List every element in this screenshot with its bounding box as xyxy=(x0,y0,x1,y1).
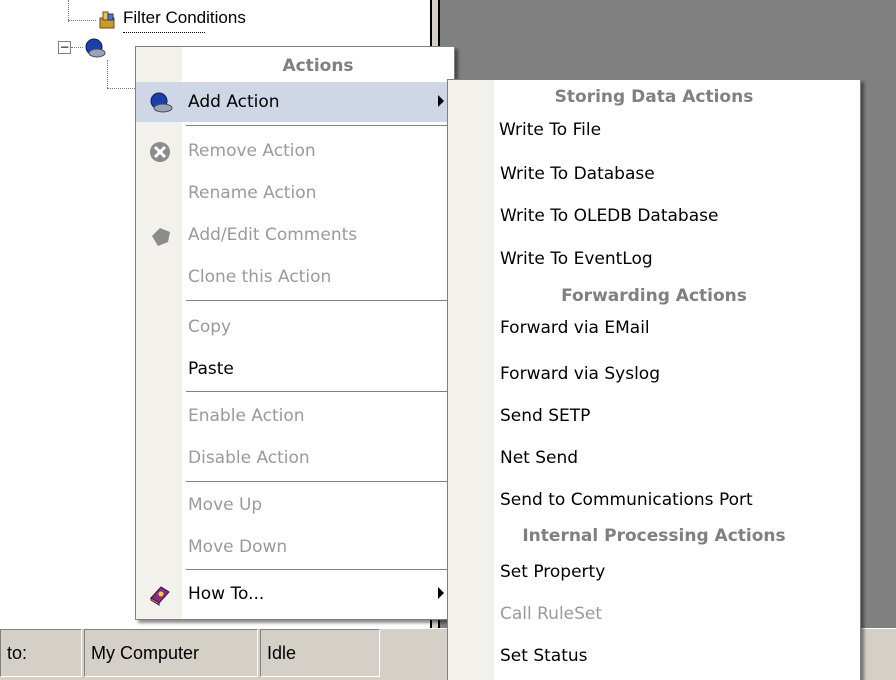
tree-item-filter-conditions[interactable]: Filter Conditions xyxy=(123,8,246,28)
paste-label: Paste xyxy=(188,359,234,379)
submenu-arrow-icon xyxy=(438,587,444,599)
submenu-item-set-status[interactable]: Set Status xyxy=(448,635,860,677)
menu-item-remove-action[interactable]: Remove Action xyxy=(136,131,454,171)
menu-item-enable-action[interactable]: Enable Action xyxy=(136,396,454,436)
enable-action-label: Enable Action xyxy=(188,406,305,426)
menu-separator xyxy=(186,481,450,483)
copy-label: Copy xyxy=(188,317,232,337)
submenu-item-send-setp[interactable]: Send SETP xyxy=(448,395,860,437)
add-action-label: Add Action xyxy=(188,92,280,112)
action-node-icon[interactable] xyxy=(84,38,106,64)
menu-item-how-to[interactable]: How To... xyxy=(136,574,454,614)
forward-email-label: Forward via EMail xyxy=(500,318,650,338)
collapse-icon: − xyxy=(59,40,70,54)
tree-expand-toggle[interactable]: − xyxy=(58,41,71,54)
net-send-label: Net Send xyxy=(500,448,579,468)
add-edit-comments-label: Add/Edit Comments xyxy=(188,225,358,245)
submenu-header-forwarding: Forwarding Actions xyxy=(561,286,747,306)
add-action-submenu: Storing Data Actions Write To File Write… xyxy=(447,79,861,680)
submenu-item-write-to-database[interactable]: Write To Database xyxy=(448,153,860,195)
menu-separator xyxy=(186,391,450,393)
menu-item-disable-action[interactable]: Disable Action xyxy=(136,438,454,478)
rename-action-label: Rename Action xyxy=(188,183,317,203)
move-up-label: Move Up xyxy=(188,495,263,515)
submenu-arrow-icon xyxy=(438,95,444,107)
add-action-icon xyxy=(148,90,173,114)
status-cell-to: to: xyxy=(0,629,82,677)
submenu-item-set-property[interactable]: Set Property xyxy=(448,551,860,593)
menu-item-move-up[interactable]: Move Up xyxy=(136,485,454,525)
write-to-eventlog-label: Write To EventLog xyxy=(500,249,653,269)
menu-separator xyxy=(186,569,450,571)
menu-item-paste[interactable]: Paste xyxy=(136,349,454,389)
remove-action-label: Remove Action xyxy=(188,141,316,161)
menu-item-move-down[interactable]: Move Down xyxy=(136,527,454,567)
submenu-header-storing: Storing Data Actions xyxy=(554,87,754,107)
move-down-label: Move Down xyxy=(188,537,288,557)
clone-action-label: Clone this Action xyxy=(188,267,332,287)
write-to-file-label: Write To File xyxy=(499,120,602,140)
submenu-item-send-comm-port[interactable]: Send to Communications Port xyxy=(448,479,860,521)
tree-line xyxy=(107,60,108,88)
how-to-label: How To... xyxy=(188,584,265,604)
tree-line xyxy=(68,20,96,21)
call-ruleset-label: Call RuleSet xyxy=(500,604,603,624)
submenu-item-call-ruleset[interactable]: Call RuleSet xyxy=(448,593,860,635)
tree-line xyxy=(71,47,83,48)
tree-item-underline xyxy=(123,32,205,33)
submenu-header-internal: Internal Processing Actions xyxy=(522,526,786,546)
menu-item-add-edit-comments[interactable]: Add/Edit Comments xyxy=(136,215,454,255)
menu-item-copy[interactable]: Copy xyxy=(136,307,454,347)
set-property-label: Set Property xyxy=(500,562,606,582)
menu-item-clone-action[interactable]: Clone this Action xyxy=(136,257,454,297)
submenu-item-write-to-file[interactable]: Write To File xyxy=(453,111,855,151)
filter-conditions-icon xyxy=(98,10,120,34)
submenu-item-forward-email[interactable]: Forward via EMail xyxy=(448,307,860,349)
menu-item-add-action[interactable]: Add Action xyxy=(136,82,454,122)
tree-line xyxy=(107,88,137,89)
disable-action-label: Disable Action xyxy=(188,448,310,468)
comments-icon xyxy=(148,223,172,247)
send-comm-port-label: Send to Communications Port xyxy=(500,490,753,510)
submenu-item-write-to-oledb[interactable]: Write To OLEDB Database xyxy=(448,195,860,237)
help-book-icon xyxy=(148,582,172,606)
submenu-item-forward-syslog[interactable]: Forward via Syslog xyxy=(448,353,860,395)
submenu-item-write-to-eventlog[interactable]: Write To EventLog xyxy=(448,238,860,280)
remove-icon xyxy=(148,139,172,163)
submenu-item-net-send[interactable]: Net Send xyxy=(448,437,860,479)
menu-item-rename-action[interactable]: Rename Action xyxy=(136,173,454,213)
context-menu: Actions Add Action Remove Action Rename … xyxy=(135,46,455,620)
menu-header-actions: Actions xyxy=(282,56,354,76)
write-to-oledb-label: Write To OLEDB Database xyxy=(500,206,719,226)
forward-syslog-label: Forward via Syslog xyxy=(500,364,660,384)
send-setp-label: Send SETP xyxy=(500,406,591,426)
menu-separator xyxy=(186,125,450,127)
set-status-label: Set Status xyxy=(500,646,588,666)
menu-separator xyxy=(186,300,450,302)
tree-line xyxy=(68,0,69,22)
write-to-database-label: Write To Database xyxy=(500,164,655,184)
status-cell-computer: My Computer xyxy=(84,629,258,677)
status-cell-state: Idle xyxy=(260,629,380,677)
